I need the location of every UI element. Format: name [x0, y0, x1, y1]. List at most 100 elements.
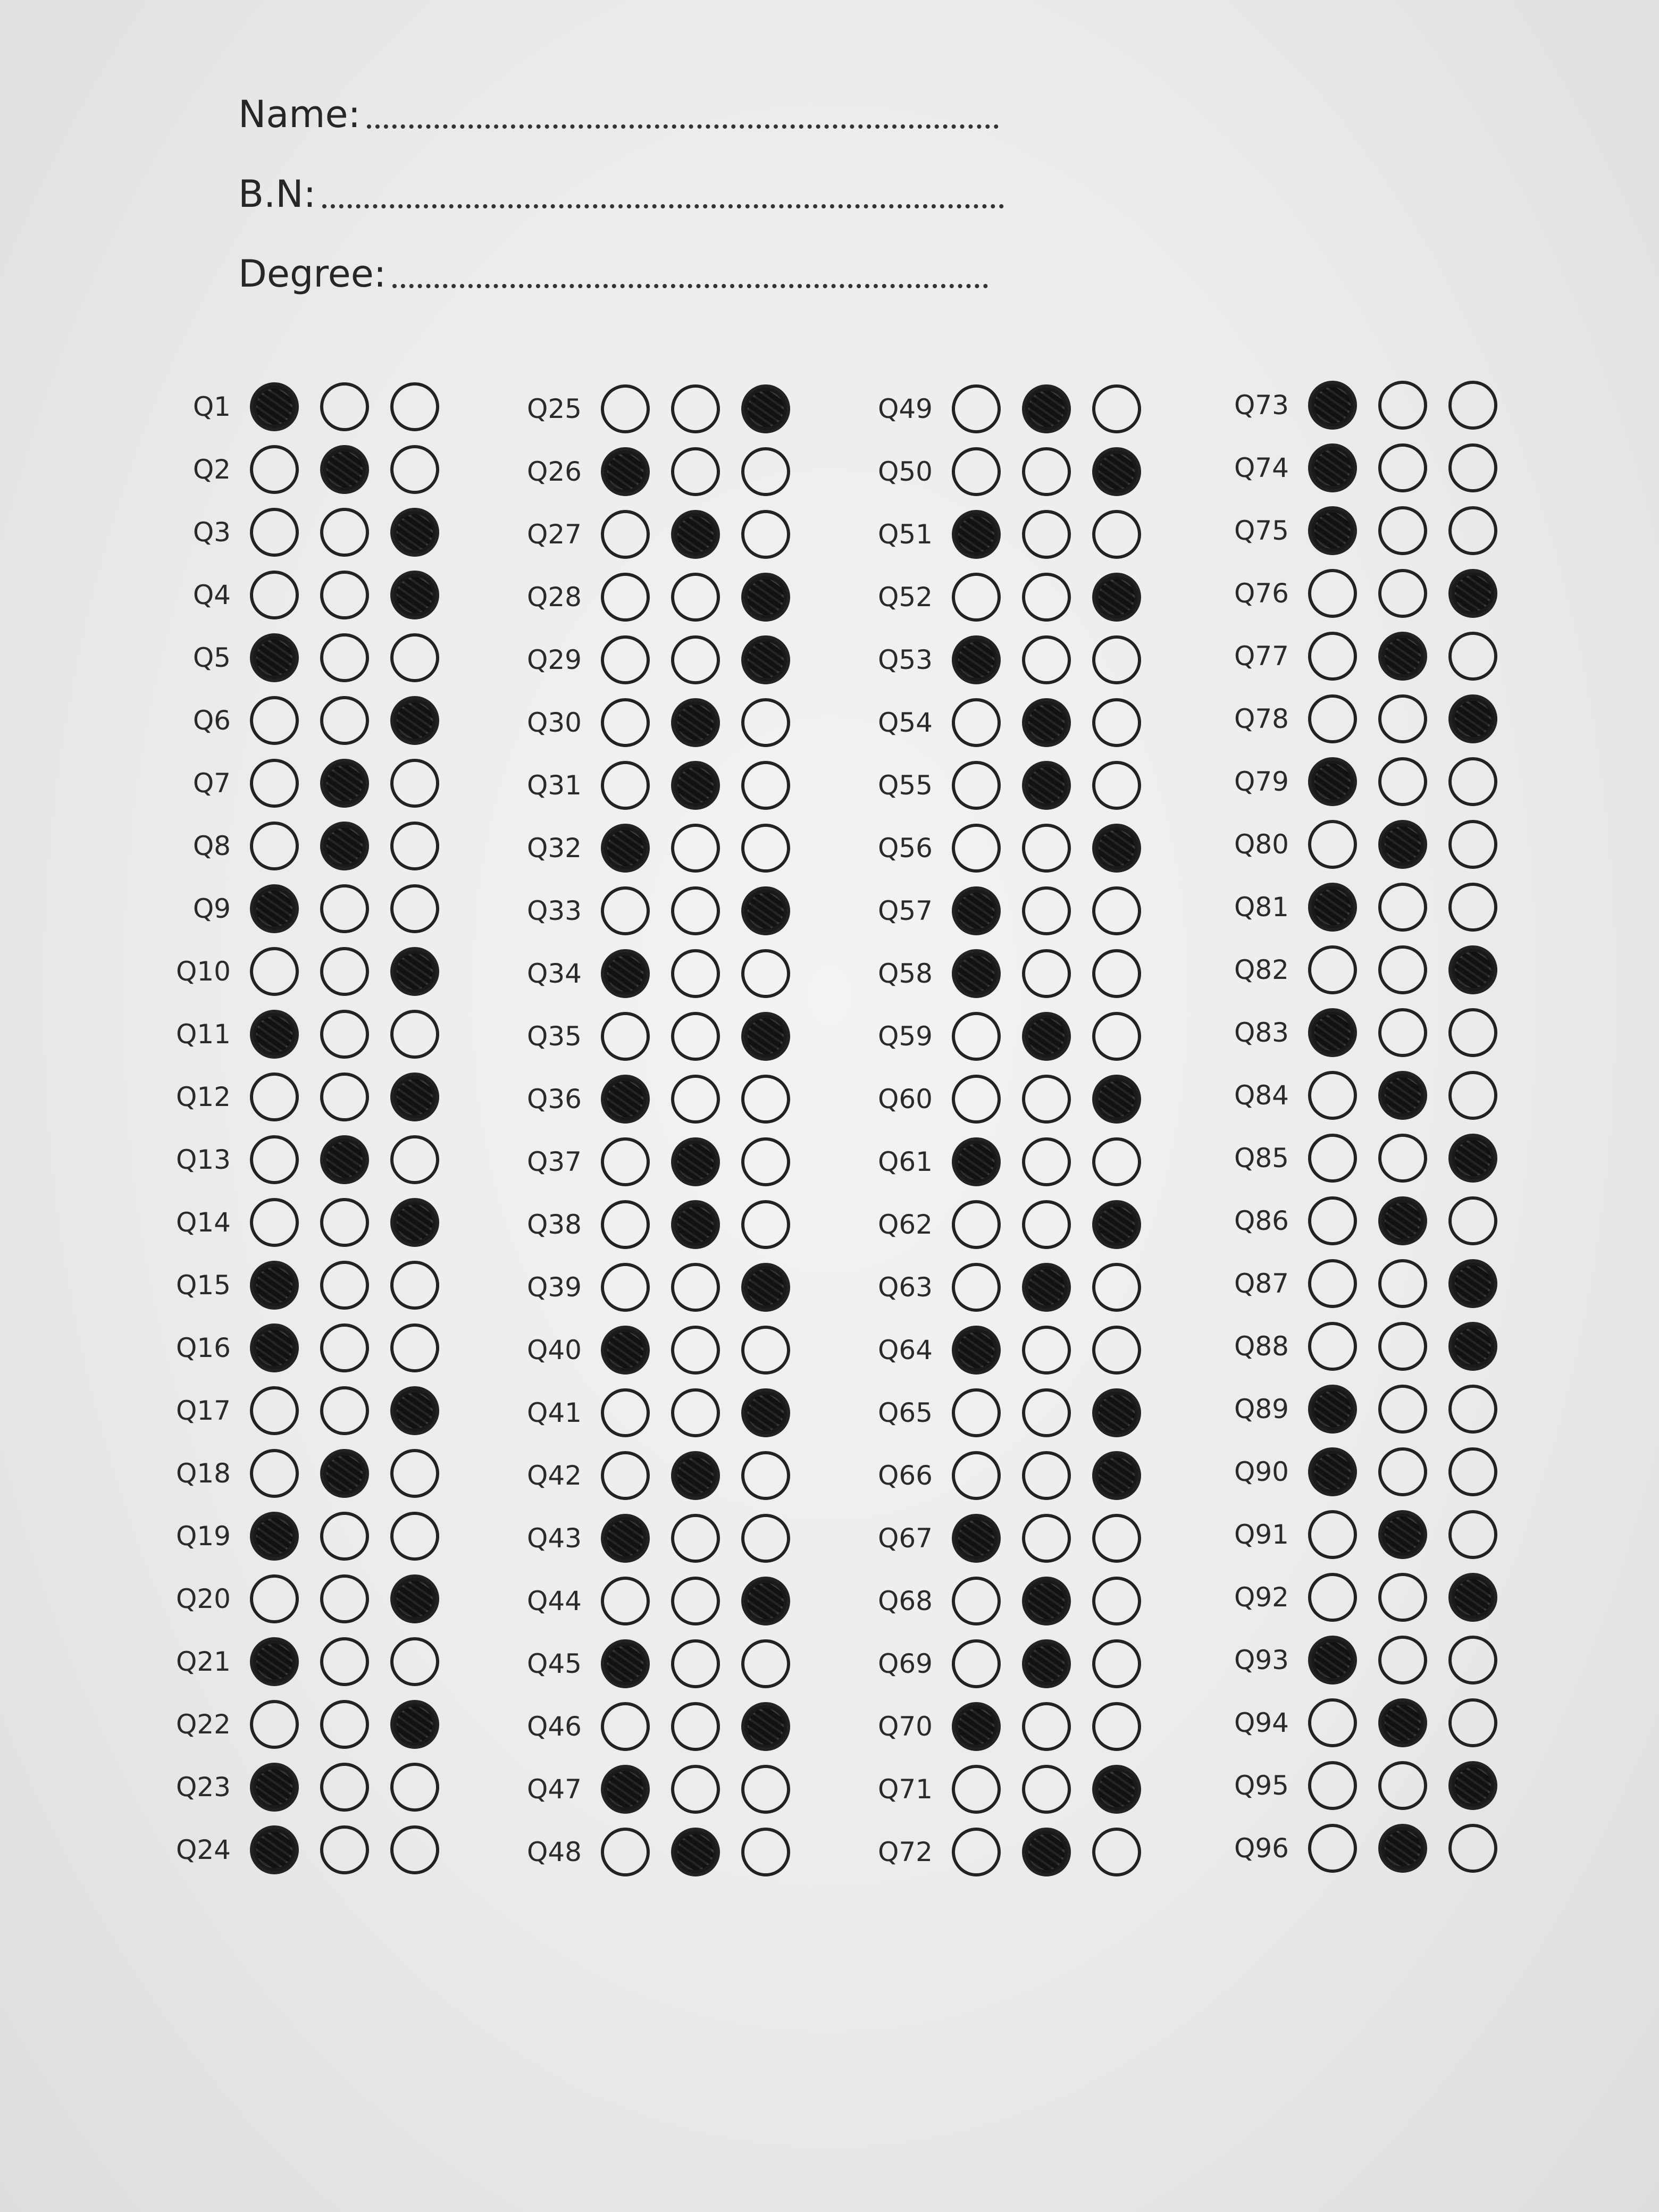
answer-bubble-2[interactable]	[1022, 1702, 1071, 1751]
answer-bubble-3[interactable]	[390, 633, 439, 682]
answer-bubble-1[interactable]	[601, 384, 650, 433]
answer-bubble-1[interactable]	[952, 824, 1001, 873]
answer-bubble-2[interactable]	[1378, 1385, 1427, 1434]
answer-bubble-2[interactable]	[320, 1574, 369, 1623]
answer-bubble-3[interactable]	[390, 947, 439, 996]
answer-bubble-1[interactable]	[601, 510, 650, 559]
answer-bubble-1[interactable]	[601, 1765, 650, 1814]
answer-bubble-3[interactable]	[1448, 1008, 1497, 1057]
answer-bubble-1[interactable]	[1308, 1510, 1357, 1559]
answer-bubble-1[interactable]	[601, 761, 650, 810]
answer-bubble-1[interactable]	[1308, 443, 1357, 492]
answer-bubble-3[interactable]	[1448, 1134, 1497, 1183]
answer-bubble-3[interactable]	[390, 884, 439, 933]
answer-bubble-3[interactable]	[1092, 824, 1141, 873]
answer-bubble-2[interactable]	[1378, 1322, 1427, 1371]
answer-bubble-3[interactable]	[1448, 694, 1497, 743]
answer-bubble-1[interactable]	[952, 1514, 1001, 1563]
answer-bubble-1[interactable]	[1308, 1196, 1357, 1245]
answer-bubble-2[interactable]	[320, 1261, 369, 1310]
answer-bubble-2[interactable]	[671, 510, 720, 559]
answer-bubble-1[interactable]	[952, 1200, 1001, 1249]
answer-bubble-1[interactable]	[250, 1512, 299, 1561]
answer-bubble-3[interactable]	[390, 822, 439, 870]
answer-bubble-3[interactable]	[741, 1828, 790, 1876]
answer-bubble-1[interactable]	[952, 761, 1001, 810]
answer-bubble-3[interactable]	[741, 1326, 790, 1375]
answer-bubble-3[interactable]	[741, 1514, 790, 1563]
answer-bubble-3[interactable]	[1448, 1071, 1497, 1120]
answer-bubble-2[interactable]	[1378, 1447, 1427, 1496]
answer-bubble-1[interactable]	[601, 635, 650, 684]
answer-bubble-3[interactable]	[741, 384, 790, 433]
answer-bubble-1[interactable]	[250, 382, 299, 431]
answer-bubble-3[interactable]	[1092, 1263, 1141, 1312]
answer-bubble-2[interactable]	[671, 1514, 720, 1563]
answer-bubble-1[interactable]	[601, 573, 650, 622]
answer-bubble-3[interactable]	[390, 1449, 439, 1498]
answer-bubble-1[interactable]	[1308, 1761, 1357, 1810]
answer-bubble-2[interactable]	[1022, 949, 1071, 998]
answer-bubble-1[interactable]	[952, 635, 1001, 684]
answer-bubble-1[interactable]	[1308, 757, 1357, 806]
answer-bubble-3[interactable]	[1448, 883, 1497, 932]
answer-bubble-1[interactable]	[1308, 381, 1357, 430]
answer-bubble-3[interactable]	[390, 1261, 439, 1310]
answer-bubble-3[interactable]	[741, 447, 790, 496]
answer-bubble-3[interactable]	[390, 1198, 439, 1247]
answer-bubble-2[interactable]	[320, 822, 369, 870]
answer-bubble-3[interactable]	[390, 445, 439, 494]
answer-bubble-2[interactable]	[1022, 761, 1071, 810]
answer-bubble-1[interactable]	[601, 949, 650, 998]
answer-bubble-2[interactable]	[1022, 1828, 1071, 1876]
answer-bubble-1[interactable]	[250, 1825, 299, 1874]
answer-bubble-1[interactable]	[601, 698, 650, 747]
answer-bubble-1[interactable]	[250, 1073, 299, 1121]
answer-bubble-2[interactable]	[671, 1263, 720, 1312]
answer-bubble-3[interactable]	[741, 761, 790, 810]
answer-bubble-3[interactable]	[1092, 1075, 1141, 1124]
answer-bubble-3[interactable]	[741, 1012, 790, 1061]
answer-bubble-1[interactable]	[952, 447, 1001, 496]
answer-bubble-2[interactable]	[1022, 1200, 1071, 1249]
answer-bubble-3[interactable]	[1092, 886, 1141, 935]
answer-bubble-2[interactable]	[320, 1825, 369, 1874]
answer-bubble-2[interactable]	[1022, 1639, 1071, 1688]
answer-bubble-3[interactable]	[1092, 573, 1141, 622]
answer-bubble-2[interactable]	[671, 635, 720, 684]
answer-bubble-2[interactable]	[1022, 573, 1071, 622]
answer-bubble-3[interactable]	[1092, 698, 1141, 747]
answer-bubble-2[interactable]	[1378, 1134, 1427, 1183]
answer-bubble-1[interactable]	[250, 633, 299, 682]
answer-bubble-2[interactable]	[671, 1451, 720, 1500]
answer-bubble-2[interactable]	[1022, 1326, 1071, 1375]
answer-bubble-3[interactable]	[1092, 635, 1141, 684]
answer-bubble-1[interactable]	[601, 1514, 650, 1563]
answer-bubble-1[interactable]	[952, 1075, 1001, 1124]
answer-bubble-2[interactable]	[1378, 1196, 1427, 1245]
answer-bubble-3[interactable]	[741, 949, 790, 998]
answer-bubble-2[interactable]	[320, 1449, 369, 1498]
answer-bubble-2[interactable]	[671, 384, 720, 433]
answer-bubble-1[interactable]	[1308, 820, 1357, 869]
answer-bubble-1[interactable]	[250, 1010, 299, 1059]
answer-bubble-3[interactable]	[1092, 1514, 1141, 1563]
answer-bubble-1[interactable]	[952, 698, 1001, 747]
answer-bubble-2[interactable]	[320, 1010, 369, 1059]
answer-bubble-3[interactable]	[1448, 1510, 1497, 1559]
answer-bubble-3[interactable]	[1092, 949, 1141, 998]
answer-bubble-2[interactable]	[1022, 510, 1071, 559]
answer-bubble-1[interactable]	[1308, 1636, 1357, 1685]
answer-bubble-2[interactable]	[320, 1512, 369, 1561]
answer-bubble-3[interactable]	[741, 824, 790, 873]
answer-bubble-1[interactable]	[1308, 1385, 1357, 1434]
answer-bubble-1[interactable]	[952, 384, 1001, 433]
answer-bubble-2[interactable]	[320, 508, 369, 557]
answer-bubble-3[interactable]	[1092, 1577, 1141, 1626]
answer-bubble-2[interactable]	[671, 761, 720, 810]
answer-bubble-2[interactable]	[1378, 757, 1427, 806]
answer-bubble-3[interactable]	[1448, 1196, 1497, 1245]
answer-bubble-1[interactable]	[601, 1702, 650, 1751]
answer-bubble-3[interactable]	[1448, 1259, 1497, 1308]
answer-bubble-1[interactable]	[952, 1828, 1001, 1876]
